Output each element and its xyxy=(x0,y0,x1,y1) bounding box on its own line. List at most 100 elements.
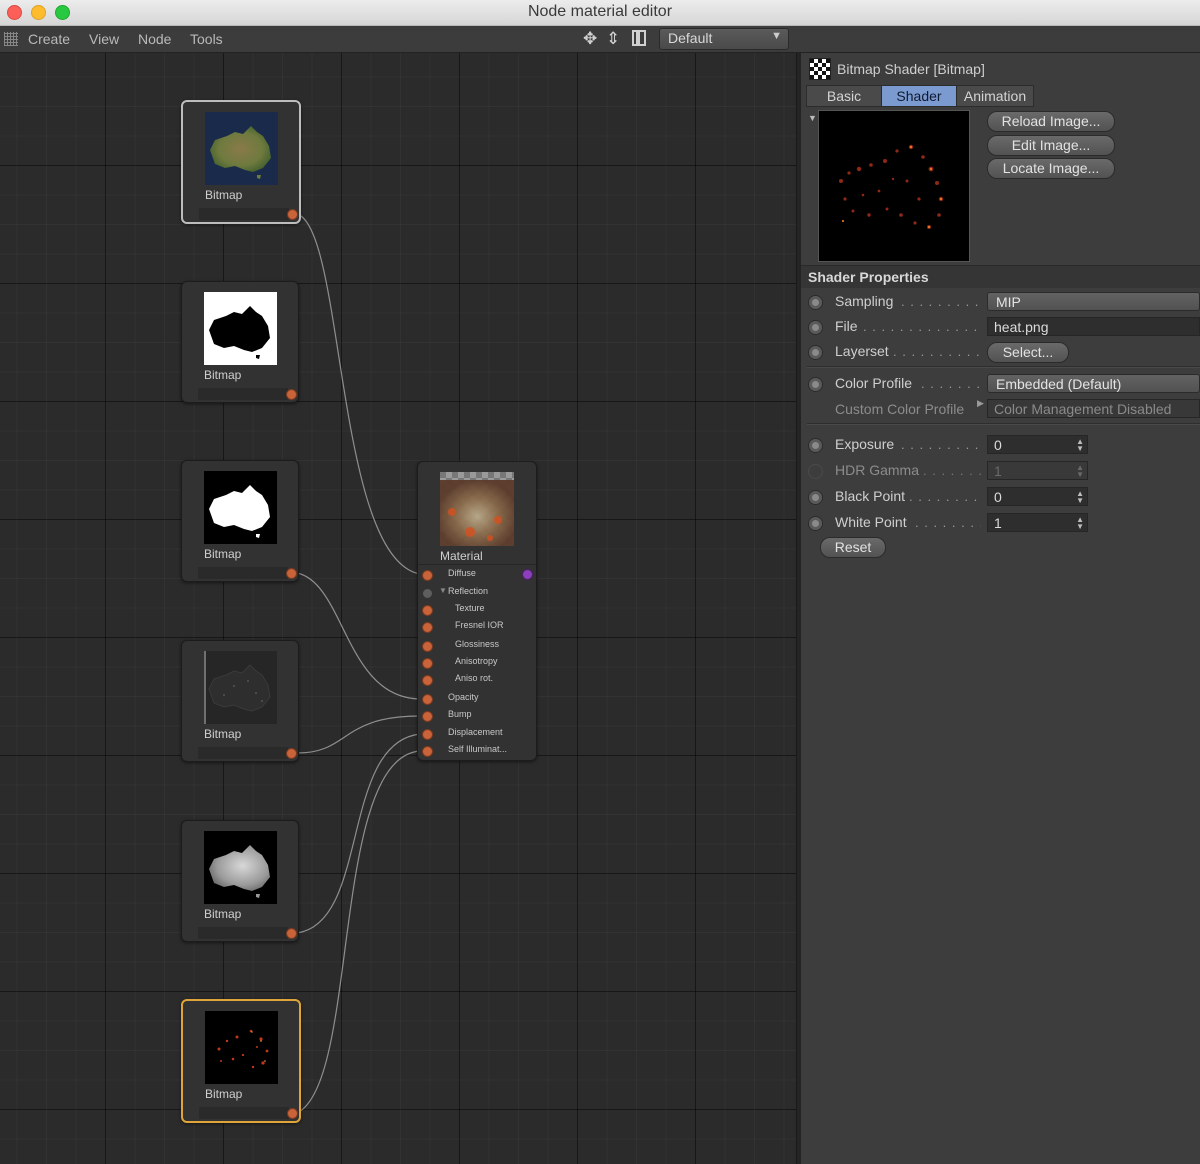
port-row-texture[interactable]: Texture xyxy=(418,601,536,618)
hdr-gamma-input: 1 ▲ ▼ xyxy=(987,461,1088,480)
locate-image-button[interactable]: Locate Image... xyxy=(987,158,1115,179)
exposure-input[interactable]: 0 ▲ ▼ xyxy=(987,435,1088,454)
exposure-animate-radio[interactable] xyxy=(808,438,823,453)
spinner-arrows-icon[interactable]: ▲ ▼ xyxy=(1076,490,1084,505)
port-row-self-illumination[interactable]: Self Illuminat... xyxy=(418,742,536,759)
exposure-label: Exposure xyxy=(835,436,895,452)
window-title: Node material editor xyxy=(527,3,673,20)
file-animate-radio[interactable] xyxy=(808,320,823,335)
bitmap-node-label: Bitmap xyxy=(205,1087,243,1101)
input-port[interactable] xyxy=(422,622,433,633)
layerset-label: Layerset xyxy=(835,343,889,359)
output-port[interactable] xyxy=(286,748,297,759)
grip-icon[interactable] xyxy=(4,32,18,46)
port-row-fresnel-ior[interactable]: Fresnel IOR xyxy=(418,618,536,635)
spinner-arrows-icon: ▲ ▼ xyxy=(1076,463,1084,479)
panel-layout-icon[interactable] xyxy=(632,30,646,46)
reset-button[interactable]: Reset xyxy=(820,537,886,558)
bitmap-node-label: Bitmap xyxy=(205,188,243,202)
port-row-glossiness[interactable]: Glossiness xyxy=(418,637,536,654)
port-label: Self Illuminat... xyxy=(448,744,508,754)
color-profile-dropdown[interactable]: Embedded (Default) xyxy=(987,374,1200,393)
wire-bitmap4-bump xyxy=(296,715,421,754)
white-point-animate-radio[interactable] xyxy=(808,516,823,531)
bitmap-node-label: Bitmap xyxy=(204,368,242,382)
layerset-animate-radio[interactable] xyxy=(808,345,823,360)
port-label: Displacement xyxy=(448,727,503,737)
input-port[interactable] xyxy=(422,588,433,599)
output-port[interactable] xyxy=(287,209,298,220)
triangle-right-icon[interactable]: ▶ xyxy=(977,398,984,409)
tab-basic[interactable]: Basic xyxy=(806,85,882,107)
bitmap-node[interactable]: Bitmap xyxy=(181,281,299,403)
australia-gray-height-thumb xyxy=(209,845,270,898)
menu-view[interactable]: View xyxy=(89,31,119,47)
exposure-value: 0 xyxy=(994,437,1002,453)
port-row-displacement[interactable]: Displacement xyxy=(418,725,536,742)
color-profile-animate-radio[interactable] xyxy=(808,377,823,392)
bitmap-thumbnail xyxy=(204,831,277,904)
sampling-animate-radio[interactable] xyxy=(808,295,823,310)
input-port[interactable] xyxy=(422,729,433,740)
white-point-input[interactable]: 1 ▲ ▼ xyxy=(987,513,1088,532)
input-port[interactable] xyxy=(422,570,433,581)
output-port[interactable] xyxy=(286,928,297,939)
output-port[interactable] xyxy=(287,1108,298,1119)
custom-color-profile-label: Custom Color Profile xyxy=(835,401,965,417)
output-port[interactable] xyxy=(286,389,297,400)
menu-node[interactable]: Node xyxy=(138,31,171,47)
bitmap-node[interactable]: Bitmap xyxy=(181,100,301,224)
input-port[interactable] xyxy=(422,694,433,705)
spinner-arrows-icon[interactable]: ▲ ▼ xyxy=(1076,438,1084,453)
input-port[interactable] xyxy=(422,746,433,757)
input-port[interactable] xyxy=(422,658,433,669)
black-point-animate-radio[interactable] xyxy=(808,490,823,505)
layerset-select-button[interactable]: Select... xyxy=(987,342,1069,363)
move-icon[interactable]: ✥ xyxy=(583,29,597,49)
bitmap-thumbnail xyxy=(204,651,277,724)
triangle-down-icon[interactable]: ▼ xyxy=(439,586,447,595)
port-row-opacity[interactable]: Opacity xyxy=(418,690,536,707)
edit-image-button[interactable]: Edit Image... xyxy=(987,135,1115,156)
input-port[interactable] xyxy=(422,641,433,652)
bitmap-node[interactable]: Bitmap xyxy=(181,460,299,582)
australia-satellite-thumb xyxy=(210,126,271,179)
tab-shader[interactable]: Shader xyxy=(881,85,957,107)
port-row-reflection[interactable]: ▼ Reflection xyxy=(418,584,536,601)
port-label: Bump xyxy=(448,709,472,719)
white-point-value: 1 xyxy=(994,515,1002,531)
bitmap-node[interactable]: Bitmap xyxy=(181,999,301,1123)
hdr-gamma-label: HDR Gamma xyxy=(835,462,920,478)
black-point-input[interactable]: 0 ▲ ▼ xyxy=(987,487,1088,506)
port-row-diffuse[interactable]: Diffuse xyxy=(418,566,536,583)
layout-select[interactable]: Default ▼ xyxy=(659,28,789,50)
node-canvas[interactable]: Bitmap Bitmap Bitmap Bitmap Bitmap Bitma… xyxy=(0,53,796,1164)
tab-animation[interactable]: Animation xyxy=(956,85,1034,107)
menu-create[interactable]: Create xyxy=(28,31,70,47)
bitmap-node[interactable]: Bitmap xyxy=(181,640,299,762)
port-label: Glossiness xyxy=(455,639,500,649)
output-port[interactable] xyxy=(286,568,297,579)
material-thumbnail xyxy=(440,472,514,546)
port-row-bump[interactable]: Bump xyxy=(418,707,536,724)
collapse-triangle-icon[interactable]: ▼ xyxy=(808,113,817,123)
reload-image-button[interactable]: Reload Image... xyxy=(987,111,1115,132)
menu-tools[interactable]: Tools xyxy=(190,31,223,47)
bitmap-node[interactable]: Bitmap xyxy=(181,820,299,942)
file-input[interactable]: heat.png xyxy=(987,317,1200,336)
port-row-anisotropy[interactable]: Anisotropy xyxy=(418,654,536,671)
input-port[interactable] xyxy=(422,711,433,722)
material-node[interactable]: Material Diffuse ▼ Reflection Texture Fr… xyxy=(417,461,537,761)
bitmap-node-label: Bitmap xyxy=(204,547,242,561)
port-label: Aniso rot. xyxy=(455,673,494,683)
sampling-dropdown[interactable]: MIP xyxy=(987,292,1200,311)
section-header[interactable]: Shader Properties xyxy=(801,265,1200,288)
input-port[interactable] xyxy=(422,605,433,616)
shader-preview-image xyxy=(818,110,970,262)
spinner-arrows-icon[interactable]: ▲ ▼ xyxy=(1076,516,1084,531)
bitmap-thumbnail xyxy=(204,292,277,365)
input-port[interactable] xyxy=(422,675,433,686)
port-label: Reflection xyxy=(448,586,489,596)
vertical-move-icon[interactable]: ⇕ xyxy=(606,29,620,49)
port-row-aniso-rot[interactable]: Aniso rot. xyxy=(418,671,536,688)
